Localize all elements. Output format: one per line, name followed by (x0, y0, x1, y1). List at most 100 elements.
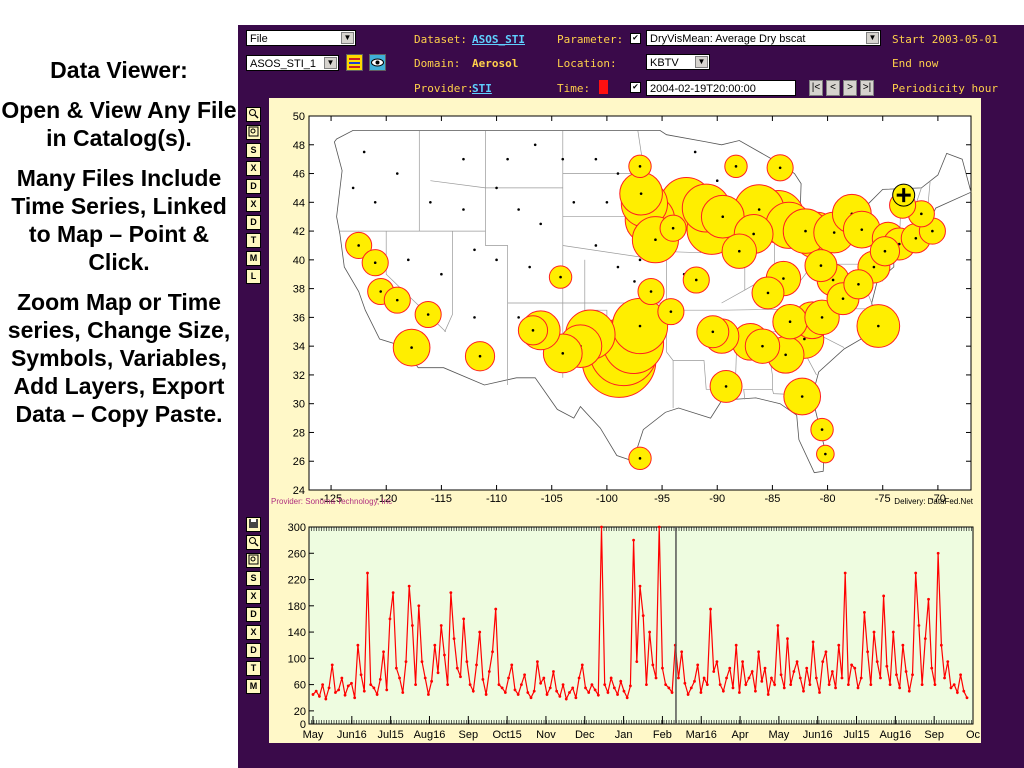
first-time-button[interactable]: |< (809, 80, 823, 96)
map-tool-x-button[interactable]: X (246, 161, 261, 176)
lon-tick-label: -115 (431, 493, 452, 505)
ts-data-point (891, 630, 895, 634)
ts-data-point (843, 571, 847, 575)
map-tool-m-button[interactable]: M (246, 251, 261, 266)
ts-tool-t-button[interactable]: T (246, 661, 261, 676)
station-center-dot (724, 385, 728, 388)
map-tool-s-button[interactable]: S (246, 143, 261, 158)
domain-value: Aerosol (472, 57, 519, 70)
map-tool-x-button[interactable]: X (246, 197, 261, 212)
time-field[interactable]: 2004-02-19T20:00:00 (646, 80, 796, 96)
ts-data-point (314, 689, 318, 693)
file-menu[interactable]: File ▼ (246, 30, 356, 46)
ts-tool-d-button[interactable]: D (246, 643, 261, 658)
lat-tick-label: 28 (293, 427, 305, 439)
last-time-button[interactable]: >| (860, 80, 874, 96)
ts-tool-x-button[interactable]: X (246, 589, 261, 604)
station-dot (495, 258, 498, 262)
zoom-icon[interactable] (246, 535, 261, 550)
ts-data-point (811, 640, 815, 644)
ts-data-point (542, 676, 546, 680)
zoom-icon[interactable] (246, 107, 261, 122)
x-tick-label: Dec (575, 729, 595, 741)
map-tool-d-button[interactable]: D (246, 215, 261, 230)
map-tool-l-button[interactable]: L (246, 269, 261, 284)
x-tick-label: Jan (615, 729, 633, 741)
ts-data-point (821, 660, 825, 664)
station-center-dot (561, 352, 565, 355)
parameter-checkbox[interactable]: ✔ (630, 33, 641, 44)
x-tick-label: Oct15 (492, 729, 521, 741)
station-dot (616, 265, 620, 269)
map-tool-t-button[interactable]: T (246, 233, 261, 248)
ts-data-point (446, 683, 450, 686)
station-center-dot (757, 208, 761, 211)
ts-data-point (500, 686, 504, 690)
ts-data-point (654, 676, 658, 680)
ts-data-point (728, 666, 732, 670)
ts-data-point (869, 683, 873, 686)
ts-data-point (622, 689, 626, 693)
ts-data-point (507, 676, 510, 680)
station-dot (715, 179, 719, 183)
map-chart[interactable]: -125 -120 -115 -110 -105 -100 -95 -90 -85 -80 -75-… (269, 98, 981, 534)
layer-select[interactable]: ASOS_STI_1 ▼ (246, 55, 339, 71)
eye-icon[interactable] (369, 54, 386, 71)
station-dot (693, 150, 697, 154)
ts-data-point (863, 610, 866, 614)
time-checkbox[interactable]: ✔ (630, 82, 641, 93)
station-center-dot (694, 278, 698, 282)
lat-tick-label: 44 (293, 197, 305, 209)
ts-tool-m-button[interactable]: M (246, 679, 261, 694)
ts-data-point (686, 693, 690, 696)
ts-data-point (680, 650, 684, 654)
timeseries-toolbar: SXDXDTM (246, 517, 264, 697)
ts-data-point (497, 683, 501, 686)
x-tick-label: Jul15 (843, 729, 869, 741)
ts-tool-s-button[interactable]: S (246, 571, 261, 586)
ts-data-point (443, 653, 446, 657)
lon-tick-label: -95 (654, 493, 670, 505)
ts-data-point (744, 683, 748, 686)
next-time-button[interactable]: > (843, 80, 857, 96)
ts-data-point (580, 663, 584, 667)
ts-data-point (962, 689, 966, 693)
ts-data-point (661, 666, 664, 670)
ts-data-point (513, 688, 517, 692)
ts-data-point (943, 676, 946, 680)
y-tick-label: 60 (294, 680, 306, 692)
parameter-select[interactable]: DryVisMean: Average Dry bscat ▼ (646, 30, 881, 46)
y-tick-label: 180 (288, 601, 306, 613)
lat-tick-label: 34 (293, 341, 305, 353)
ts-data-point (503, 691, 507, 694)
provider-credit: Provider: Sonoma Technology, Inc (271, 497, 393, 506)
provider-link[interactable]: STI (472, 82, 492, 95)
zoom-box-icon[interactable] (246, 553, 261, 568)
y-tick-label: 220 (288, 575, 306, 587)
dataset-link[interactable]: ASOS_STI (472, 33, 525, 46)
ts-data-point (866, 650, 870, 654)
timeseries-chart[interactable]: 02060100140180220260300May Jun16 Jul15 Aug1… (269, 519, 981, 743)
ts-data-point (859, 676, 863, 680)
map-tool-d-button[interactable]: D (246, 179, 261, 194)
chevron-down-icon: ▼ (341, 32, 354, 44)
ts-data-point (959, 673, 962, 677)
ts-data-point (478, 630, 482, 634)
ts-data-point (635, 660, 639, 664)
ts-tool-d-button[interactable]: D (246, 607, 261, 622)
station-center-dot (931, 229, 934, 233)
x-tick-label: Sep (459, 729, 479, 741)
end-date: End now (892, 57, 939, 70)
station-dot (616, 172, 620, 175)
zoom-box-icon[interactable] (246, 125, 261, 140)
layer-list-icon[interactable] (346, 54, 363, 71)
save-icon[interactable] (246, 517, 261, 532)
prev-time-button[interactable]: < (826, 80, 840, 96)
ts-data-point (645, 683, 648, 686)
ts-tool-x-button[interactable]: X (246, 625, 261, 640)
x-tick-label: Oc (966, 729, 981, 741)
ts-data-point (718, 683, 722, 686)
location-select[interactable]: KBTV ▼ (646, 54, 710, 70)
x-tick-label: Nov (536, 729, 556, 741)
ts-data-point (837, 643, 841, 647)
